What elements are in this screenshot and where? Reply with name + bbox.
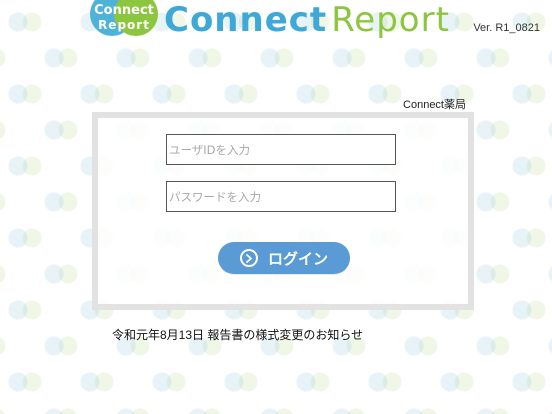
app-title: Connect Report xyxy=(164,0,450,40)
notice-link[interactable]: 令和元年8月13日 報告書の様式変更のお知らせ xyxy=(112,326,363,343)
app-title-report: Report xyxy=(331,0,450,40)
logo-badge-line1: Connect xyxy=(94,3,154,18)
logo-badge: Connect Report xyxy=(88,0,160,40)
app-title-connect: Connect xyxy=(164,0,328,40)
pharmacy-name: Connect薬局 xyxy=(403,99,466,111)
login-panel: ログイン xyxy=(92,112,474,310)
login-button-label: ログイン xyxy=(267,249,328,268)
user-id-input[interactable] xyxy=(166,134,396,165)
version-label: Ver. R1_0821 xyxy=(473,22,540,34)
logo-badge-line2: Report xyxy=(98,18,150,32)
login-button[interactable]: ログイン xyxy=(218,242,350,274)
password-input[interactable] xyxy=(166,181,396,212)
chevron-right-circle-icon xyxy=(239,249,258,267)
